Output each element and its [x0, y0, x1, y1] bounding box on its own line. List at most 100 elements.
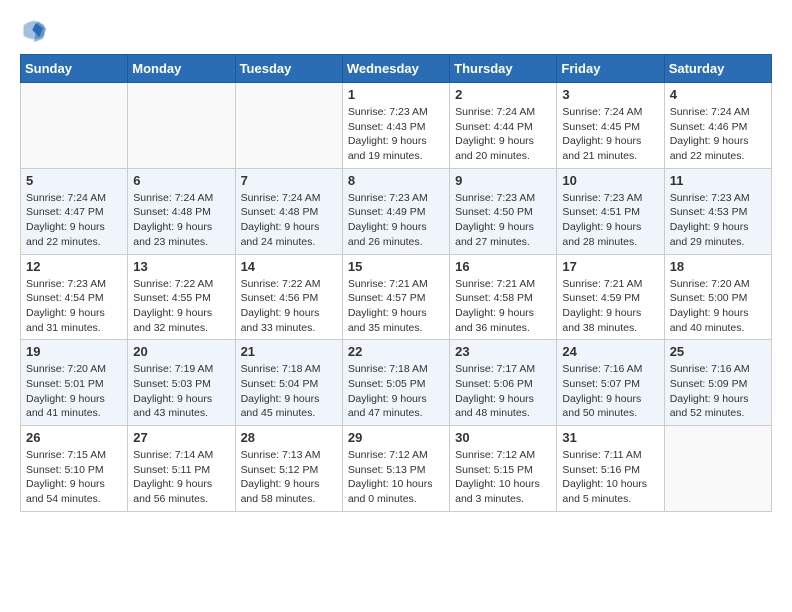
day-number: 5 [26, 173, 122, 188]
calendar-cell: 21Sunrise: 7:18 AM Sunset: 5:04 PM Dayli… [235, 340, 342, 426]
calendar-week-2: 5 Sunrise: 7:24 AM Sunset: 4:47 PM Daylig… [21, 168, 772, 254]
calendar-cell: 27Sunrise: 7:14 AM Sunset: 5:11 PM Dayli… [128, 426, 235, 512]
calendar-cell: 12 Sunrise: 7:23 AM Sunset: 4:54 PM Dayli… [21, 254, 128, 340]
day-number: 2 [455, 87, 551, 102]
calendar-cell: 4 Sunrise: 7:24 AM Sunset: 4:46 PM Daylig… [664, 83, 771, 169]
calendar-cell: 7 Sunrise: 7:24 AM Sunset: 4:48 PM Daylig… [235, 168, 342, 254]
day-number: 3 [562, 87, 658, 102]
day-info: Sunrise: 7:16 AM Sunset: 5:07 PM Dayligh… [562, 362, 658, 421]
calendar-week-4: 19 Sunrise: 7:20 AM Sunset: 5:01 PM Dayli… [21, 340, 772, 426]
day-info: Sunrise: 7:23 AM Sunset: 4:49 PM Dayligh… [348, 191, 444, 250]
day-number: 28 [241, 430, 337, 445]
day-info: Sunrise: 7:23 AM Sunset: 4:43 PM Dayligh… [348, 105, 444, 164]
day-info: Sunrise: 7:22 AM Sunset: 4:56 PM Dayligh… [241, 277, 337, 336]
calendar-cell: 6Sunrise: 7:24 AM Sunset: 4:48 PM Daylig… [128, 168, 235, 254]
day-number: 11 [670, 173, 766, 188]
calendar-cell [235, 83, 342, 169]
day-number: 8 [348, 173, 444, 188]
weekday-header-sunday: Sunday [21, 55, 128, 83]
day-info: Sunrise: 7:13 AM Sunset: 5:12 PM Dayligh… [241, 448, 337, 507]
day-info: Sunrise: 7:22 AM Sunset: 4:55 PM Dayligh… [133, 277, 229, 336]
calendar-cell: 5 Sunrise: 7:24 AM Sunset: 4:47 PM Daylig… [21, 168, 128, 254]
calendar-cell: 29 Sunrise: 7:12 AM Sunset: 5:13 PM Dayli… [342, 426, 449, 512]
weekday-header-wednesday: Wednesday [342, 55, 449, 83]
calendar-cell: 11 Sunrise: 7:23 AM Sunset: 4:53 PM Dayli… [664, 168, 771, 254]
calendar-cell: 23 Sunrise: 7:17 AM Sunset: 5:06 PM Dayli… [450, 340, 557, 426]
calendar-cell: 15 Sunrise: 7:21 AM Sunset: 4:57 PM Dayli… [342, 254, 449, 340]
day-number: 19 [26, 344, 122, 359]
day-info: Sunrise: 7:21 AM Sunset: 4:59 PM Dayligh… [562, 277, 658, 336]
day-info: Sunrise: 7:21 AM Sunset: 4:58 PM Dayligh… [455, 277, 551, 336]
calendar-cell: 10 Sunrise: 7:23 AM Sunset: 4:51 PM Dayli… [557, 168, 664, 254]
day-info: Sunrise: 7:20 AM Sunset: 5:00 PM Dayligh… [670, 277, 766, 336]
calendar-cell: 16 Sunrise: 7:21 AM Sunset: 4:58 PM Dayli… [450, 254, 557, 340]
day-info: Sunrise: 7:24 AM Sunset: 4:44 PM Dayligh… [455, 105, 551, 164]
day-info: Sunrise: 7:24 AM Sunset: 4:47 PM Dayligh… [26, 191, 122, 250]
calendar-cell [21, 83, 128, 169]
header [20, 16, 772, 44]
day-info: Sunrise: 7:19 AM Sunset: 5:03 PM Dayligh… [133, 362, 229, 421]
calendar-cell: 13 Sunrise: 7:22 AM Sunset: 4:55 PM Dayli… [128, 254, 235, 340]
calendar-cell: 31 Sunrise: 7:11 AM Sunset: 5:16 PM Dayli… [557, 426, 664, 512]
day-number: 31 [562, 430, 658, 445]
day-number: 20 [133, 344, 229, 359]
day-info: Sunrise: 7:24 AM Sunset: 4:46 PM Dayligh… [670, 105, 766, 164]
day-number: 16 [455, 259, 551, 274]
calendar-cell [664, 426, 771, 512]
day-number: 9 [455, 173, 551, 188]
day-number: 13 [133, 259, 229, 274]
day-number: 1 [348, 87, 444, 102]
day-info: Sunrise: 7:24 AM Sunset: 4:48 PM Dayligh… [133, 191, 229, 250]
day-info: Sunrise: 7:20 AM Sunset: 5:01 PM Dayligh… [26, 362, 122, 421]
day-number: 30 [455, 430, 551, 445]
day-info: Sunrise: 7:23 AM Sunset: 4:54 PM Dayligh… [26, 277, 122, 336]
calendar-cell: 24 Sunrise: 7:16 AM Sunset: 5:07 PM Dayli… [557, 340, 664, 426]
day-info: Sunrise: 7:24 AM Sunset: 4:45 PM Dayligh… [562, 105, 658, 164]
day-number: 27 [133, 430, 229, 445]
calendar-cell: 17 Sunrise: 7:21 AM Sunset: 4:59 PM Dayli… [557, 254, 664, 340]
calendar-cell: 22Sunrise: 7:18 AM Sunset: 5:05 PM Dayli… [342, 340, 449, 426]
weekday-header-row: SundayMondayTuesdayWednesdayThursdayFrid… [21, 55, 772, 83]
day-number: 15 [348, 259, 444, 274]
day-info: Sunrise: 7:18 AM Sunset: 5:04 PM Dayligh… [241, 362, 337, 421]
calendar-cell: 30Sunrise: 7:12 AM Sunset: 5:15 PM Dayli… [450, 426, 557, 512]
calendar-cell: 9 Sunrise: 7:23 AM Sunset: 4:50 PM Daylig… [450, 168, 557, 254]
calendar-cell: 20 Sunrise: 7:19 AM Sunset: 5:03 PM Dayli… [128, 340, 235, 426]
day-number: 26 [26, 430, 122, 445]
day-number: 14 [241, 259, 337, 274]
calendar-table: SundayMondayTuesdayWednesdayThursdayFrid… [20, 54, 772, 512]
day-info: Sunrise: 7:17 AM Sunset: 5:06 PM Dayligh… [455, 362, 551, 421]
calendar-cell: 28 Sunrise: 7:13 AM Sunset: 5:12 PM Dayli… [235, 426, 342, 512]
calendar-cell: 8 Sunrise: 7:23 AM Sunset: 4:49 PM Daylig… [342, 168, 449, 254]
calendar-cell: 18 Sunrise: 7:20 AM Sunset: 5:00 PM Dayli… [664, 254, 771, 340]
logo [20, 16, 52, 44]
day-number: 12 [26, 259, 122, 274]
calendar-cell: 1 Sunrise: 7:23 AM Sunset: 4:43 PM Daylig… [342, 83, 449, 169]
day-number: 7 [241, 173, 337, 188]
day-info: Sunrise: 7:23 AM Sunset: 4:51 PM Dayligh… [562, 191, 658, 250]
day-number: 10 [562, 173, 658, 188]
day-number: 23 [455, 344, 551, 359]
calendar-cell: 2 Sunrise: 7:24 AM Sunset: 4:44 PM Daylig… [450, 83, 557, 169]
day-number: 24 [562, 344, 658, 359]
day-info: Sunrise: 7:15 AM Sunset: 5:10 PM Dayligh… [26, 448, 122, 507]
day-info: Sunrise: 7:23 AM Sunset: 4:50 PM Dayligh… [455, 191, 551, 250]
weekday-header-friday: Friday [557, 55, 664, 83]
day-number: 25 [670, 344, 766, 359]
calendar-cell: 25 Sunrise: 7:16 AM Sunset: 5:09 PM Dayli… [664, 340, 771, 426]
logo-icon [20, 16, 48, 44]
day-info: Sunrise: 7:24 AM Sunset: 4:48 PM Dayligh… [241, 191, 337, 250]
day-info: Sunrise: 7:21 AM Sunset: 4:57 PM Dayligh… [348, 277, 444, 336]
day-info: Sunrise: 7:12 AM Sunset: 5:13 PM Dayligh… [348, 448, 444, 507]
day-number: 4 [670, 87, 766, 102]
day-number: 22 [348, 344, 444, 359]
calendar-cell [128, 83, 235, 169]
day-number: 17 [562, 259, 658, 274]
day-number: 18 [670, 259, 766, 274]
day-number: 29 [348, 430, 444, 445]
day-info: Sunrise: 7:11 AM Sunset: 5:16 PM Dayligh… [562, 448, 658, 507]
day-info: Sunrise: 7:23 AM Sunset: 4:53 PM Dayligh… [670, 191, 766, 250]
calendar-week-3: 12 Sunrise: 7:23 AM Sunset: 4:54 PM Dayli… [21, 254, 772, 340]
day-info: Sunrise: 7:16 AM Sunset: 5:09 PM Dayligh… [670, 362, 766, 421]
calendar-week-1: 1 Sunrise: 7:23 AM Sunset: 4:43 PM Daylig… [21, 83, 772, 169]
